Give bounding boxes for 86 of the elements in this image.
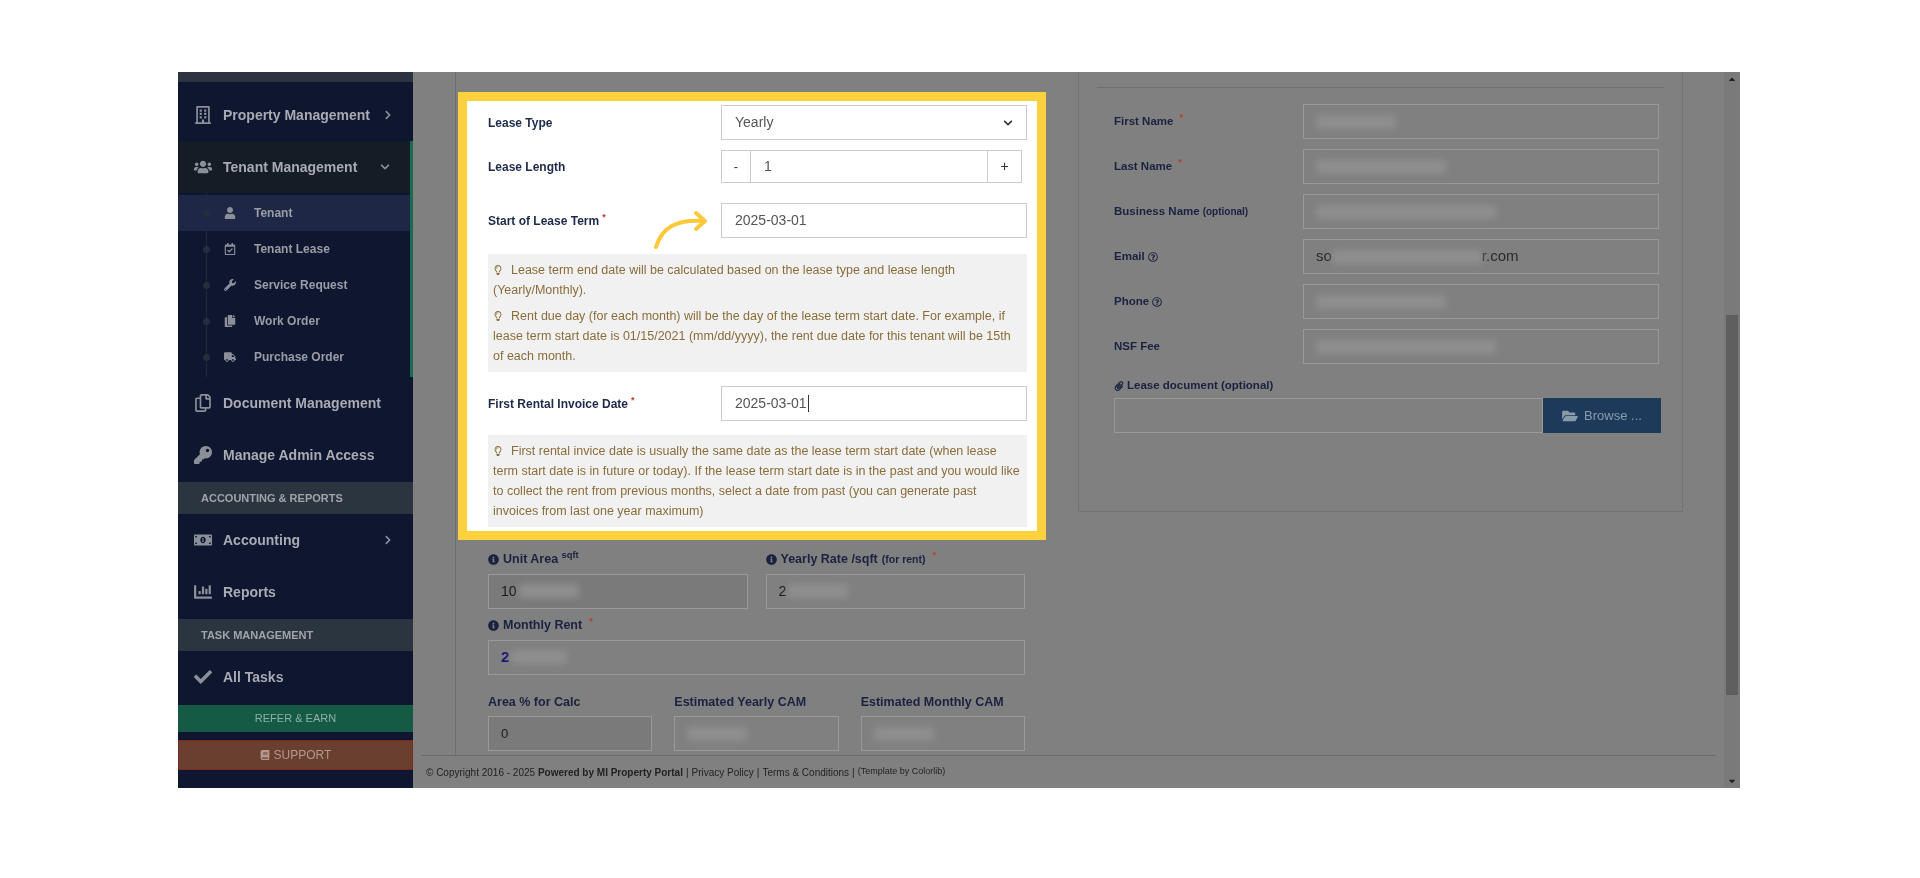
- submenu-item[interactable]: Tenant Lease: [178, 231, 410, 267]
- field-label: Lease Type: [488, 114, 554, 132]
- key-icon: [194, 446, 212, 464]
- browse-button[interactable]: Browse ...: [1543, 398, 1661, 434]
- menu-item[interactable]: Tenant Management: [178, 141, 410, 193]
- increment-button[interactable]: +: [987, 150, 1022, 183]
- field-label: Phone: [1114, 292, 1303, 311]
- separator-text: |: [756, 765, 760, 780]
- field-label: Business Name (optional): [1114, 203, 1250, 219]
- info-icon: [765, 553, 777, 565]
- menu-item[interactable]: Property Management: [178, 89, 413, 141]
- text-input[interactable]: [1303, 149, 1659, 184]
- text-input[interactable]: [1303, 104, 1659, 139]
- menu-item[interactable]: Reports: [178, 566, 413, 618]
- check-icon: [194, 668, 212, 686]
- field-label: Start of Lease Term $^{*}$: [488, 211, 606, 230]
- calendar-icon: [224, 243, 236, 255]
- users-icon: [194, 158, 212, 176]
- date-input[interactable]: 2025-03-01: [721, 203, 1027, 238]
- user-icon: [224, 207, 236, 219]
- number-input[interactable]: 2: [765, 573, 1025, 609]
- cam-input[interactable]: [674, 716, 839, 752]
- submenu-item[interactable]: Service Request: [178, 267, 410, 303]
- section-header: ACCOUNTING & REPORTS: [178, 482, 413, 514]
- info-icon: [488, 619, 499, 631]
- text-input[interactable]: so r.com: [1303, 239, 1659, 274]
- footer-link[interactable]: Privacy Policy: [691, 764, 754, 780]
- credit-text: (Template by Colorlib): [857, 765, 946, 779]
- field-label: Email: [1114, 247, 1303, 266]
- copyright-text: © Copyright 2016 - 2025 Powered by MI Property Portal: [426, 765, 683, 780]
- field-label: Last Name $^{*}$: [1114, 157, 1183, 174]
- required-mark: *: [602, 212, 606, 222]
- date-input[interactable]: 2025-03-01: [721, 386, 1027, 421]
- separator-text: |: [685, 765, 689, 780]
- info-icon: [488, 553, 499, 565]
- cam-input[interactable]: [860, 716, 1025, 752]
- lightbulb-icon: [493, 311, 503, 321]
- paperclip-icon: [1114, 380, 1124, 391]
- field-label: Lease document (optional): [1114, 377, 1664, 395]
- truck-icon: [224, 351, 236, 363]
- monthly-rent-input[interactable]: 2: [488, 639, 1025, 675]
- text-input[interactable]: [1303, 329, 1659, 364]
- wrench-icon: [224, 279, 236, 291]
- footer-link[interactable]: Terms & Conditions: [762, 764, 850, 780]
- field-label: First Rental Invoice Date $^{*}$: [488, 394, 636, 413]
- menu-item[interactable]: Document Management: [178, 377, 413, 429]
- refer-button[interactable]: REFER & EARN: [178, 705, 413, 732]
- field-label: NSF Fee: [1114, 338, 1161, 354]
- field-label: Monthly Rent $^{*}$: [488, 615, 1025, 635]
- scrollbar[interactable]: [1724, 72, 1740, 788]
- lightbulb-icon: [493, 265, 503, 275]
- submenu-item[interactable]: Tenant: [178, 195, 410, 231]
- separator-text: |: [852, 765, 855, 780]
- file-icon: [224, 315, 236, 327]
- field-label: Lease Length: [488, 158, 567, 176]
- field-label: Area % for Calc: [488, 693, 582, 711]
- field-label: Estimated Yearly CAM: [674, 693, 808, 711]
- menu-item[interactable]: All Tasks: [178, 651, 413, 703]
- hint-text: Rent due day (for each month) will be the day of the lease term start date. For example, if lease term start date is 01/15/2021 (mm/dd/yyyy), the rent due date for this tenant will be 15th of each month.: [493, 308, 1012, 365]
- lease-length-input[interactable]: 1: [751, 150, 987, 183]
- lightbulb-icon: [493, 446, 503, 456]
- submenu-item[interactable]: Work Order: [178, 303, 410, 339]
- field-label: First Name $^{*}$: [1114, 112, 1184, 129]
- field-label: Unit Area $^{sqft}$: [488, 550, 748, 569]
- file-input[interactable]: [1114, 398, 1543, 434]
- text-input[interactable]: [1303, 284, 1659, 319]
- book-icon: [259, 750, 270, 760]
- text-input[interactable]: [1303, 194, 1659, 229]
- bar-chart-icon: [194, 583, 212, 601]
- section-header: TASK MANAGEMENT: [178, 619, 413, 651]
- field-label: Yearly Rate /sqft (for rent) $^{*}$: [765, 550, 1025, 569]
- menu-item[interactable]: Manage Admin Access: [178, 429, 413, 481]
- chevron-down-icon: [1003, 117, 1013, 128]
- hint-text: Lease term end date will be calculated based on the lease type and lease length (Yearly/Monthly).: [493, 262, 957, 299]
- lease-type-select[interactable]: Yearly: [721, 105, 1027, 140]
- documents-icon: [194, 394, 212, 412]
- field-label: Estimated Monthly CAM: [860, 693, 1005, 711]
- cam-input[interactable]: 0: [488, 716, 653, 752]
- decrement-button[interactable]: -: [721, 150, 751, 183]
- submenu-item[interactable]: Purchase Order: [178, 339, 410, 375]
- building-icon: [194, 106, 212, 124]
- number-input[interactable]: 10: [488, 573, 748, 609]
- folder-icon: [1562, 408, 1579, 423]
- menu-item[interactable]: Accounting: [178, 514, 413, 566]
- required-mark: *: [631, 395, 635, 405]
- hint-text: First rental invice date is usually the same date as the lease term start date (when lease term start date is in future or today). If the lease term start date is in the past and you would like to collect the rent from previous months, select a date from past (you can generate past invoices from last one year maximum): [493, 443, 1021, 520]
